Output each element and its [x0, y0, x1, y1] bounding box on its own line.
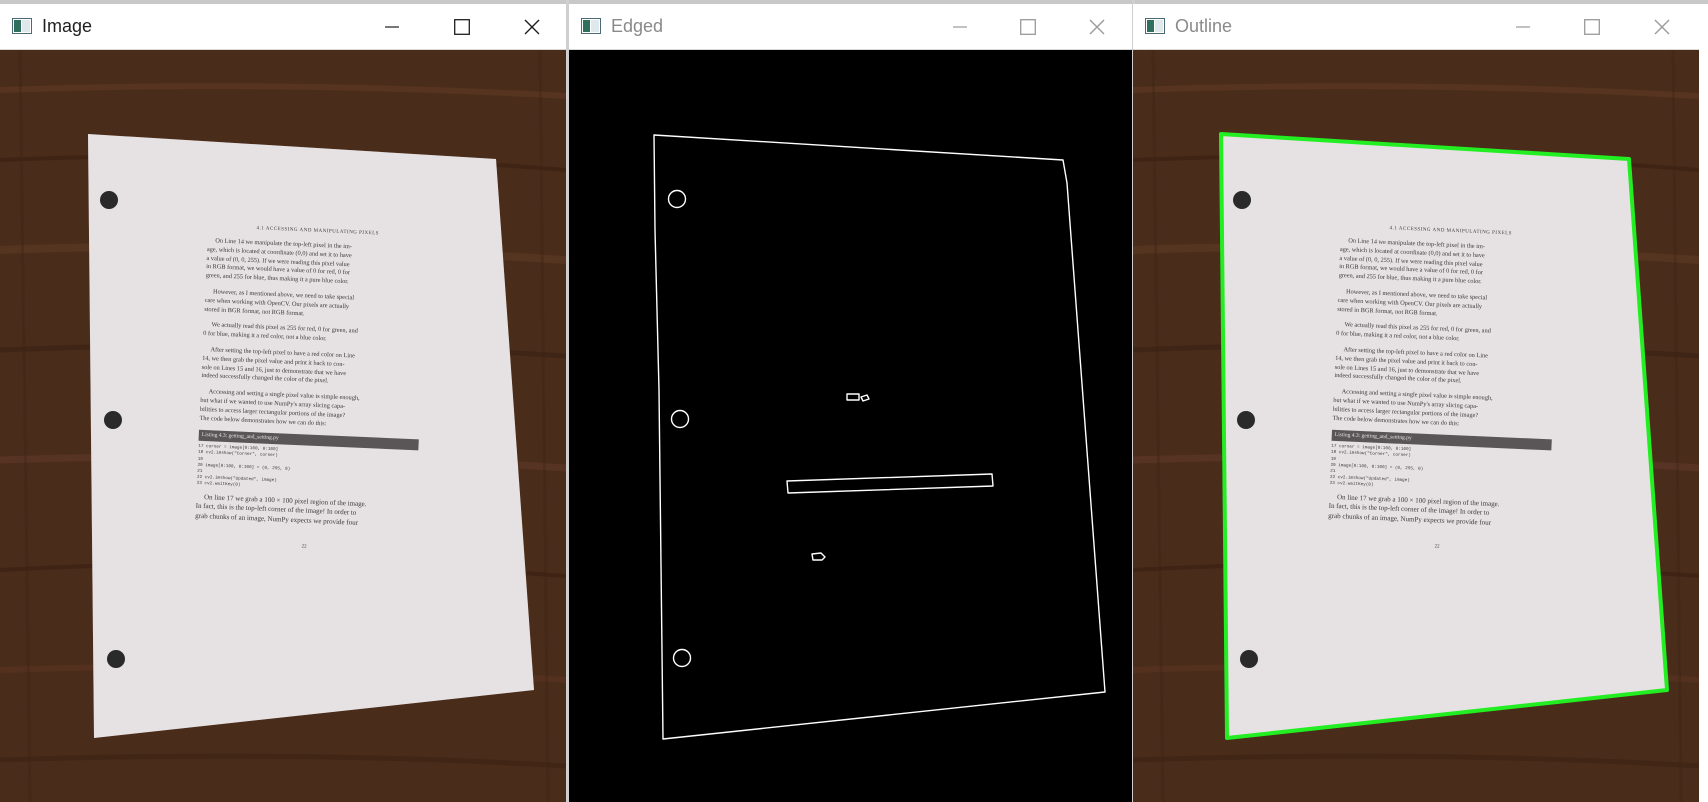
- minimize-icon: [385, 25, 399, 28]
- maximize-button[interactable]: [432, 4, 492, 49]
- window-title: Image: [42, 16, 93, 36]
- edged-canvas: [569, 50, 1132, 802]
- maximize-icon: [1584, 18, 1600, 35]
- minimize-button[interactable]: [1493, 4, 1553, 49]
- window-outline[interactable]: Outline: [1133, 4, 1699, 802]
- close-icon: [1654, 19, 1670, 34]
- window-edged[interactable]: Edged: [569, 4, 1132, 802]
- title-bar[interactable]: Outline: [1133, 4, 1699, 50]
- window-title: Outline: [1175, 16, 1233, 36]
- maximize-button[interactable]: [1562, 4, 1622, 49]
- close-icon: [1089, 19, 1105, 34]
- window-image[interactable]: Image: [0, 4, 566, 802]
- title-bar[interactable]: Image: [0, 4, 566, 50]
- outline-canvas: [1133, 50, 1699, 802]
- minimize-button[interactable]: [362, 4, 422, 49]
- close-button[interactable]: [502, 4, 562, 49]
- close-button[interactable]: [1632, 4, 1692, 49]
- minimize-icon: [1516, 25, 1530, 28]
- window-title: Edged: [611, 16, 664, 36]
- close-icon: [524, 19, 540, 34]
- app-icon: [581, 18, 601, 34]
- minimize-icon: [953, 25, 967, 28]
- maximize-icon: [454, 18, 470, 35]
- app-icon: [12, 18, 32, 34]
- title-bar[interactable]: Edged: [569, 4, 1132, 50]
- minimize-button[interactable]: [930, 4, 990, 49]
- maximize-button[interactable]: [998, 4, 1058, 49]
- app-icon: [1145, 18, 1165, 34]
- close-button[interactable]: [1067, 4, 1127, 49]
- maximize-icon: [1020, 18, 1036, 35]
- image-canvas: [0, 50, 566, 802]
